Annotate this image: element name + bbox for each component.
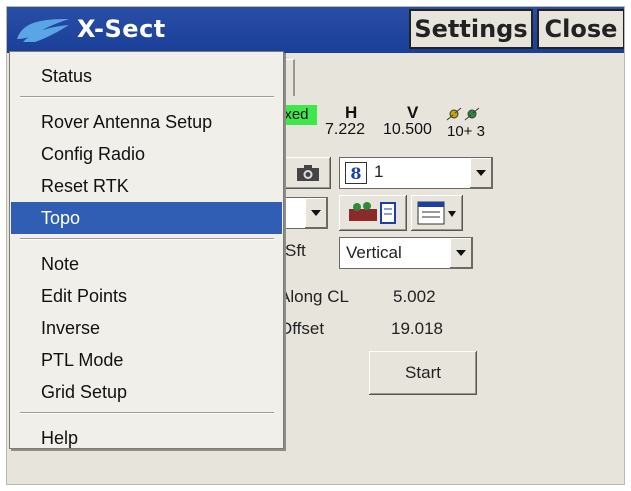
camera-icon bbox=[297, 165, 319, 181]
point-value: 1 bbox=[374, 162, 384, 181]
h-label: H bbox=[345, 103, 358, 122]
title-bar: X-Sect Settings Close bbox=[7, 7, 624, 53]
map-icon bbox=[349, 202, 396, 224]
chevron-down-icon[interactable] bbox=[449, 238, 472, 268]
start-button[interactable]: Start bbox=[369, 351, 477, 395]
fix-status-badge: ixed bbox=[279, 105, 317, 125]
tab-edge bbox=[283, 59, 295, 96]
app-logo-icon[interactable] bbox=[13, 17, 71, 43]
menu-item-grid-setup[interactable]: Grid Setup bbox=[11, 376, 282, 408]
menu-item-rover-antenna-setup[interactable]: Rover Antenna Setup bbox=[11, 106, 282, 138]
along-cl-label: Along CL bbox=[279, 287, 349, 306]
list-icon bbox=[417, 201, 456, 225]
point-dropdown[interactable]: 8 1 bbox=[339, 157, 493, 189]
menu-item-ptl-mode[interactable]: PTL Mode bbox=[11, 344, 282, 376]
main-menu: Status Rover Antenna Setup Config Radio Res… bbox=[9, 51, 284, 449]
menu-item-note[interactable]: Note bbox=[11, 248, 282, 280]
screen: X-Sect Settings Close ixed H 7.222 V 10.… bbox=[6, 6, 625, 485]
chevron-down-icon[interactable] bbox=[304, 198, 327, 228]
menu-separator bbox=[20, 412, 274, 414]
menu-separator bbox=[20, 96, 274, 98]
offset-value: 19.018 bbox=[391, 319, 443, 338]
menu-item-edit-points[interactable]: Edit Points bbox=[11, 280, 282, 312]
chevron-down-icon[interactable] bbox=[469, 158, 492, 188]
sft-label: Sft bbox=[285, 241, 306, 260]
v-label: V bbox=[407, 103, 419, 122]
menu-separator bbox=[20, 238, 274, 240]
camera-button[interactable] bbox=[285, 157, 331, 189]
vertical-dropdown[interactable]: Vertical bbox=[339, 237, 473, 269]
menu-item-help[interactable]: Help bbox=[11, 422, 282, 454]
offset-label: Offset bbox=[279, 319, 325, 338]
partial-dropdown[interactable] bbox=[282, 197, 328, 229]
menu-item-status[interactable]: Status bbox=[11, 60, 282, 92]
menu-item-inverse[interactable]: Inverse bbox=[11, 312, 282, 344]
h-value: 7.222 bbox=[325, 121, 366, 138]
settings-button[interactable]: Settings bbox=[409, 9, 533, 49]
close-button[interactable]: Close bbox=[537, 9, 624, 49]
list-button[interactable] bbox=[411, 195, 463, 231]
map-button[interactable] bbox=[339, 195, 407, 231]
menu-item-topo[interactable]: Topo bbox=[11, 202, 282, 234]
menu-item-reset-rtk[interactable]: Reset RTK bbox=[11, 170, 282, 202]
menu-item-config-radio[interactable]: Config Radio bbox=[11, 138, 282, 170]
app-title: X-Sect bbox=[77, 15, 166, 43]
vertical-value: Vertical bbox=[346, 243, 402, 262]
v-value: 10.500 bbox=[383, 121, 432, 138]
satellite-count: 10+ 3 bbox=[447, 123, 485, 140]
along-cl-value: 5.002 bbox=[393, 287, 436, 306]
point-icon: 8 bbox=[345, 162, 367, 184]
svg-text:8: 8 bbox=[350, 164, 361, 183]
